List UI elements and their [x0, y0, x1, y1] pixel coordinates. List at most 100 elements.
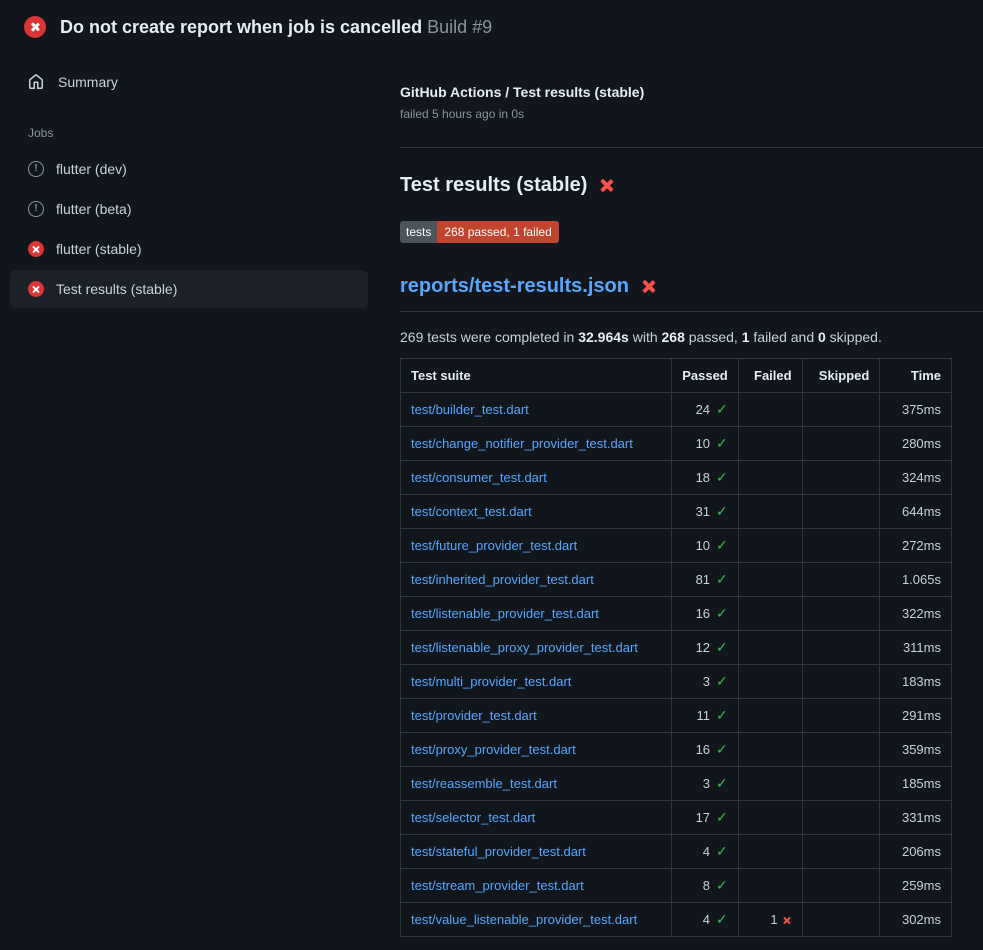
summary-prefix: 269 tests were completed in: [400, 329, 578, 345]
suite-link[interactable]: test/reassemble_test.dart: [411, 776, 557, 791]
failed-cell: [738, 767, 802, 801]
skipped-cell: [802, 529, 880, 563]
time-cell: 331ms: [880, 801, 952, 835]
suite-cell: test/value_listenable_provider_test.dart: [401, 903, 672, 937]
suite-link[interactable]: test/selector_test.dart: [411, 810, 535, 825]
check-icon: ✓: [716, 639, 728, 655]
table-row: test/future_provider_test.dart10✓272ms: [401, 529, 952, 563]
suite-cell: test/proxy_provider_test.dart: [401, 733, 672, 767]
suite-cell: test/provider_test.dart: [401, 699, 672, 733]
main-panel: GitHub Actions / Test results (stable) f…: [380, 50, 983, 950]
passed-count: 24: [696, 402, 710, 417]
time-cell: 185ms: [880, 767, 952, 801]
summary-label: Summary: [58, 74, 118, 90]
time-cell: 644ms: [880, 495, 952, 529]
sidebar-item-job[interactable]: Test results (stable): [10, 270, 368, 308]
table-row: test/value_listenable_provider_test.dart…: [401, 903, 952, 937]
results-table: Test suitePassedFailedSkippedTime test/b…: [400, 358, 952, 937]
failed-cell: [738, 427, 802, 461]
job-label: flutter (stable): [56, 241, 142, 257]
passed-count: 8: [703, 878, 710, 893]
suite-link[interactable]: test/stream_provider_test.dart: [411, 878, 584, 893]
table-row: test/listenable_proxy_provider_test.dart…: [401, 631, 952, 665]
time-cell: 311ms: [880, 631, 952, 665]
time-cell: 291ms: [880, 699, 952, 733]
summary-text-part: with: [629, 329, 662, 345]
suite-link[interactable]: test/listenable_provider_test.dart: [411, 606, 599, 621]
time-cell: 324ms: [880, 461, 952, 495]
check-icon: ✓: [716, 537, 728, 553]
column-header: Passed: [672, 359, 739, 393]
job-label: flutter (dev): [56, 161, 127, 177]
skipped-cell: [802, 495, 880, 529]
tests-badge: tests 268 passed, 1 failed: [400, 221, 559, 243]
skipped-cell: [802, 631, 880, 665]
table-row: test/multi_provider_test.dart3✓183ms: [401, 665, 952, 699]
breadcrumb: GitHub Actions / Test results (stable): [400, 84, 983, 100]
time-cell: 302ms: [880, 903, 952, 937]
passed-count: 10: [696, 436, 710, 451]
failed-cell: [738, 835, 802, 869]
suite-link[interactable]: test/change_notifier_provider_test.dart: [411, 436, 633, 451]
skipped-cell: [802, 461, 880, 495]
summary-text-part: failed and: [750, 329, 819, 345]
report-title: reports/test-results.json: [400, 275, 983, 298]
job-label: flutter (beta): [56, 201, 131, 217]
check-icon: ✓: [716, 843, 728, 859]
check-icon: ✓: [716, 707, 728, 723]
sidebar-item-job[interactable]: !flutter (dev): [10, 150, 368, 188]
suite-cell: test/listenable_provider_test.dart: [401, 597, 672, 631]
skipped-cell: [802, 699, 880, 733]
passed-cell: 18✓: [672, 461, 739, 495]
failed-cell: [738, 665, 802, 699]
failed-cell: [738, 495, 802, 529]
jobs-list: !flutter (dev)!flutter (beta) flutter (st…: [0, 150, 380, 308]
job-label: Test results (stable): [56, 281, 177, 297]
passed-cell: 24✓: [672, 393, 739, 427]
failed-cell: [738, 563, 802, 597]
passed-cell: 31✓: [672, 495, 739, 529]
x-glyph: [30, 22, 40, 32]
suite-link[interactable]: test/inherited_provider_test.dart: [411, 572, 594, 587]
passed-cell: 11✓: [672, 699, 739, 733]
summary-skipped-count: 0: [818, 329, 826, 345]
column-header: Skipped: [802, 359, 880, 393]
report-link[interactable]: reports/test-results.json: [400, 275, 629, 297]
summary-failed-count: 1: [742, 329, 750, 345]
passed-count: 16: [696, 742, 710, 757]
suite-link[interactable]: test/provider_test.dart: [411, 708, 537, 723]
time-cell: 259ms: [880, 869, 952, 903]
time-cell: 280ms: [880, 427, 952, 461]
suite-link[interactable]: test/listenable_proxy_provider_test.dart: [411, 640, 638, 655]
skipped-cell: [802, 869, 880, 903]
suite-link[interactable]: test/stateful_provider_test.dart: [411, 844, 586, 859]
suite-link[interactable]: test/multi_provider_test.dart: [411, 674, 571, 689]
table-row: test/inherited_provider_test.dart81✓1.06…: [401, 563, 952, 597]
suite-link[interactable]: test/context_test.dart: [411, 504, 532, 519]
sidebar-item-job[interactable]: flutter (stable): [10, 230, 368, 268]
sidebar-item-summary[interactable]: Summary: [0, 64, 380, 100]
suite-link[interactable]: test/value_listenable_provider_test.dart: [411, 912, 637, 927]
suite-cell: test/stateful_provider_test.dart: [401, 835, 672, 869]
suite-link[interactable]: test/builder_test.dart: [411, 402, 529, 417]
x-glyph: [32, 245, 41, 254]
suite-cell: test/consumer_test.dart: [401, 461, 672, 495]
passed-count: 10: [696, 538, 710, 553]
passed-count: 4: [703, 912, 710, 927]
suite-link[interactable]: test/future_provider_test.dart: [411, 538, 577, 553]
sidebar-item-job[interactable]: !flutter (beta): [10, 190, 368, 228]
suite-cell: test/listenable_proxy_provider_test.dart: [401, 631, 672, 665]
check-icon: ✓: [716, 877, 728, 893]
suite-link[interactable]: test/consumer_test.dart: [411, 470, 547, 485]
check-icon: ✓: [716, 605, 728, 621]
passed-cell: 10 ✓: [672, 529, 739, 563]
skipped-cell: [802, 665, 880, 699]
table-row: test/consumer_test.dart 18✓ 324ms: [401, 461, 952, 495]
passed-count: 3: [703, 674, 710, 689]
skipped-cell: [802, 903, 880, 937]
skipped-cell: [802, 597, 880, 631]
content-area: Summary Jobs !flutter (dev)!flutter (bet…: [0, 50, 983, 950]
suite-cell: test/multi_provider_test.dart: [401, 665, 672, 699]
divider: [400, 147, 983, 148]
suite-link[interactable]: test/proxy_provider_test.dart: [411, 742, 576, 757]
